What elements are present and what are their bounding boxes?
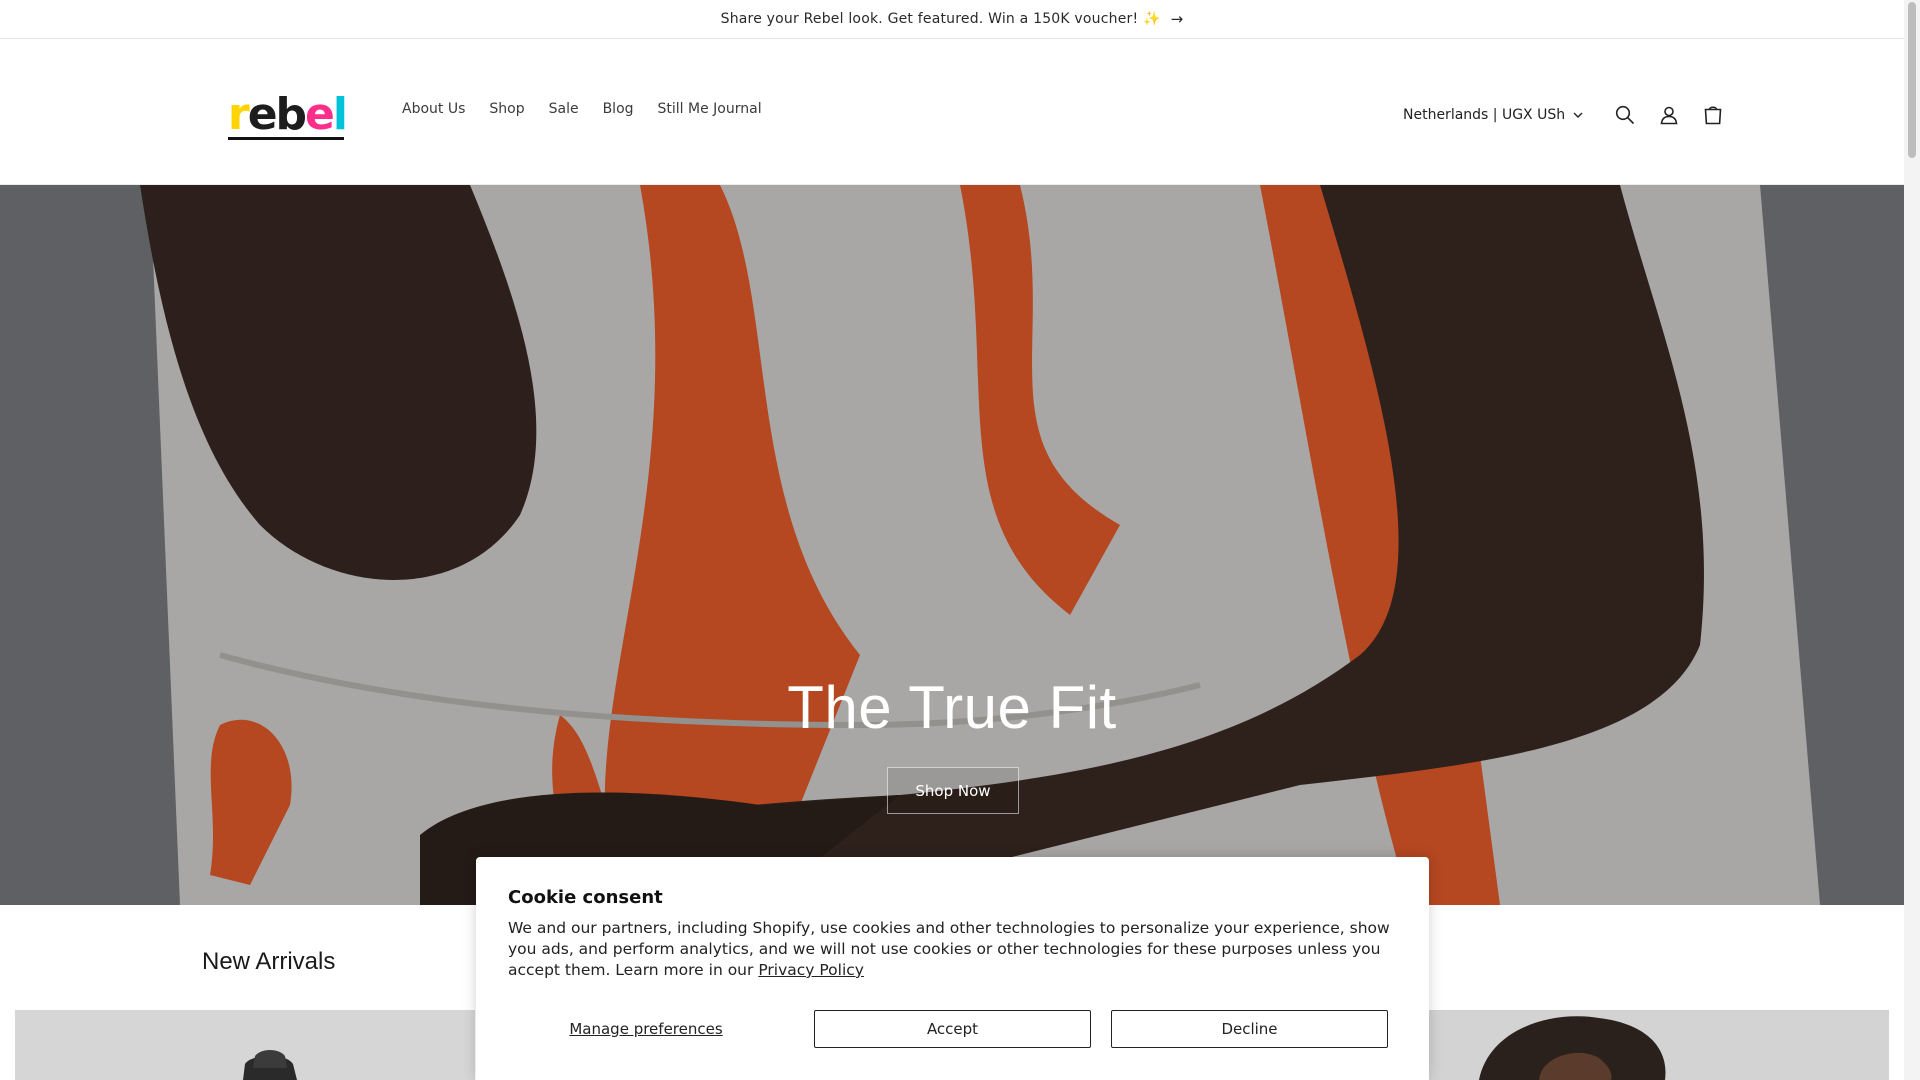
locale-label: Netherlands | UGX USh (1403, 107, 1566, 123)
search-icon (1616, 105, 1635, 125)
cookie-consent-banner: Cookie consent We and our partners, incl… (476, 857, 1429, 1080)
logo-underline (228, 137, 344, 140)
locale-selector[interactable]: Netherlands | UGX USh (1403, 107, 1583, 123)
product-card[interactable] (15, 1010, 475, 1080)
logo-letter: l (332, 89, 348, 140)
main-nav: About Us Shop Sale Blog Still Me Journal (402, 101, 762, 117)
decline-button[interactable]: Decline (1111, 1010, 1388, 1048)
cart-icon (1704, 106, 1722, 125)
logo-letter: e (247, 89, 278, 140)
shop-now-button[interactable]: Shop Now (887, 767, 1019, 814)
search-button[interactable] (1603, 97, 1647, 133)
logo-letter: e (305, 89, 335, 140)
header-utilities: Netherlands | UGX USh (1403, 97, 1735, 133)
cart-button[interactable] (1691, 97, 1735, 133)
manage-preferences-link[interactable]: Manage preferences (508, 1020, 784, 1038)
hero-title: The True Fit (787, 674, 1117, 741)
hero-banner: The True Fit Shop Now (0, 185, 1904, 905)
announcement-bar[interactable]: Share your Rebel look. Get featured. Win… (0, 0, 1904, 39)
site-header: rebel About Us Shop Sale Blog Still Me J… (0, 39, 1904, 185)
cookie-body: We and our partners, including Shopify, … (508, 918, 1408, 981)
product-card[interactable] (1429, 1010, 1889, 1080)
logo-letter: r (228, 89, 250, 140)
cookie-title: Cookie consent (508, 887, 663, 908)
nav-shop[interactable]: Shop (489, 101, 524, 117)
product-image (1429, 1010, 1889, 1080)
cookie-body-text: We and our partners, including Shopify, … (508, 919, 1390, 979)
privacy-policy-link[interactable]: Privacy Policy (758, 961, 864, 979)
arrow-right-icon[interactable]: → (1171, 10, 1184, 28)
nav-blog[interactable]: Blog (603, 101, 634, 117)
nav-still-me-journal[interactable]: Still Me Journal (658, 101, 762, 117)
page-scrollbar[interactable] (1904, 0, 1920, 1080)
rebel-logo[interactable]: rebel (228, 91, 348, 140)
cookie-actions: Manage preferences Accept Decline (508, 1010, 1397, 1048)
nav-about-us[interactable]: About Us (402, 101, 465, 117)
scrollbar-thumb[interactable] (1908, 2, 1916, 158)
new-arrivals-heading: New Arrivals (202, 948, 336, 975)
product-image (15, 1010, 475, 1080)
chevron-down-icon (1573, 112, 1583, 118)
logo-letters: rebel (228, 93, 348, 137)
logo-letter: b (275, 89, 307, 140)
accept-button[interactable]: Accept (814, 1010, 1091, 1048)
account-button[interactable] (1647, 97, 1691, 133)
account-icon (1660, 106, 1678, 125)
announcement-text[interactable]: Share your Rebel look. Get featured. Win… (721, 11, 1161, 27)
nav-sale[interactable]: Sale (549, 101, 579, 117)
